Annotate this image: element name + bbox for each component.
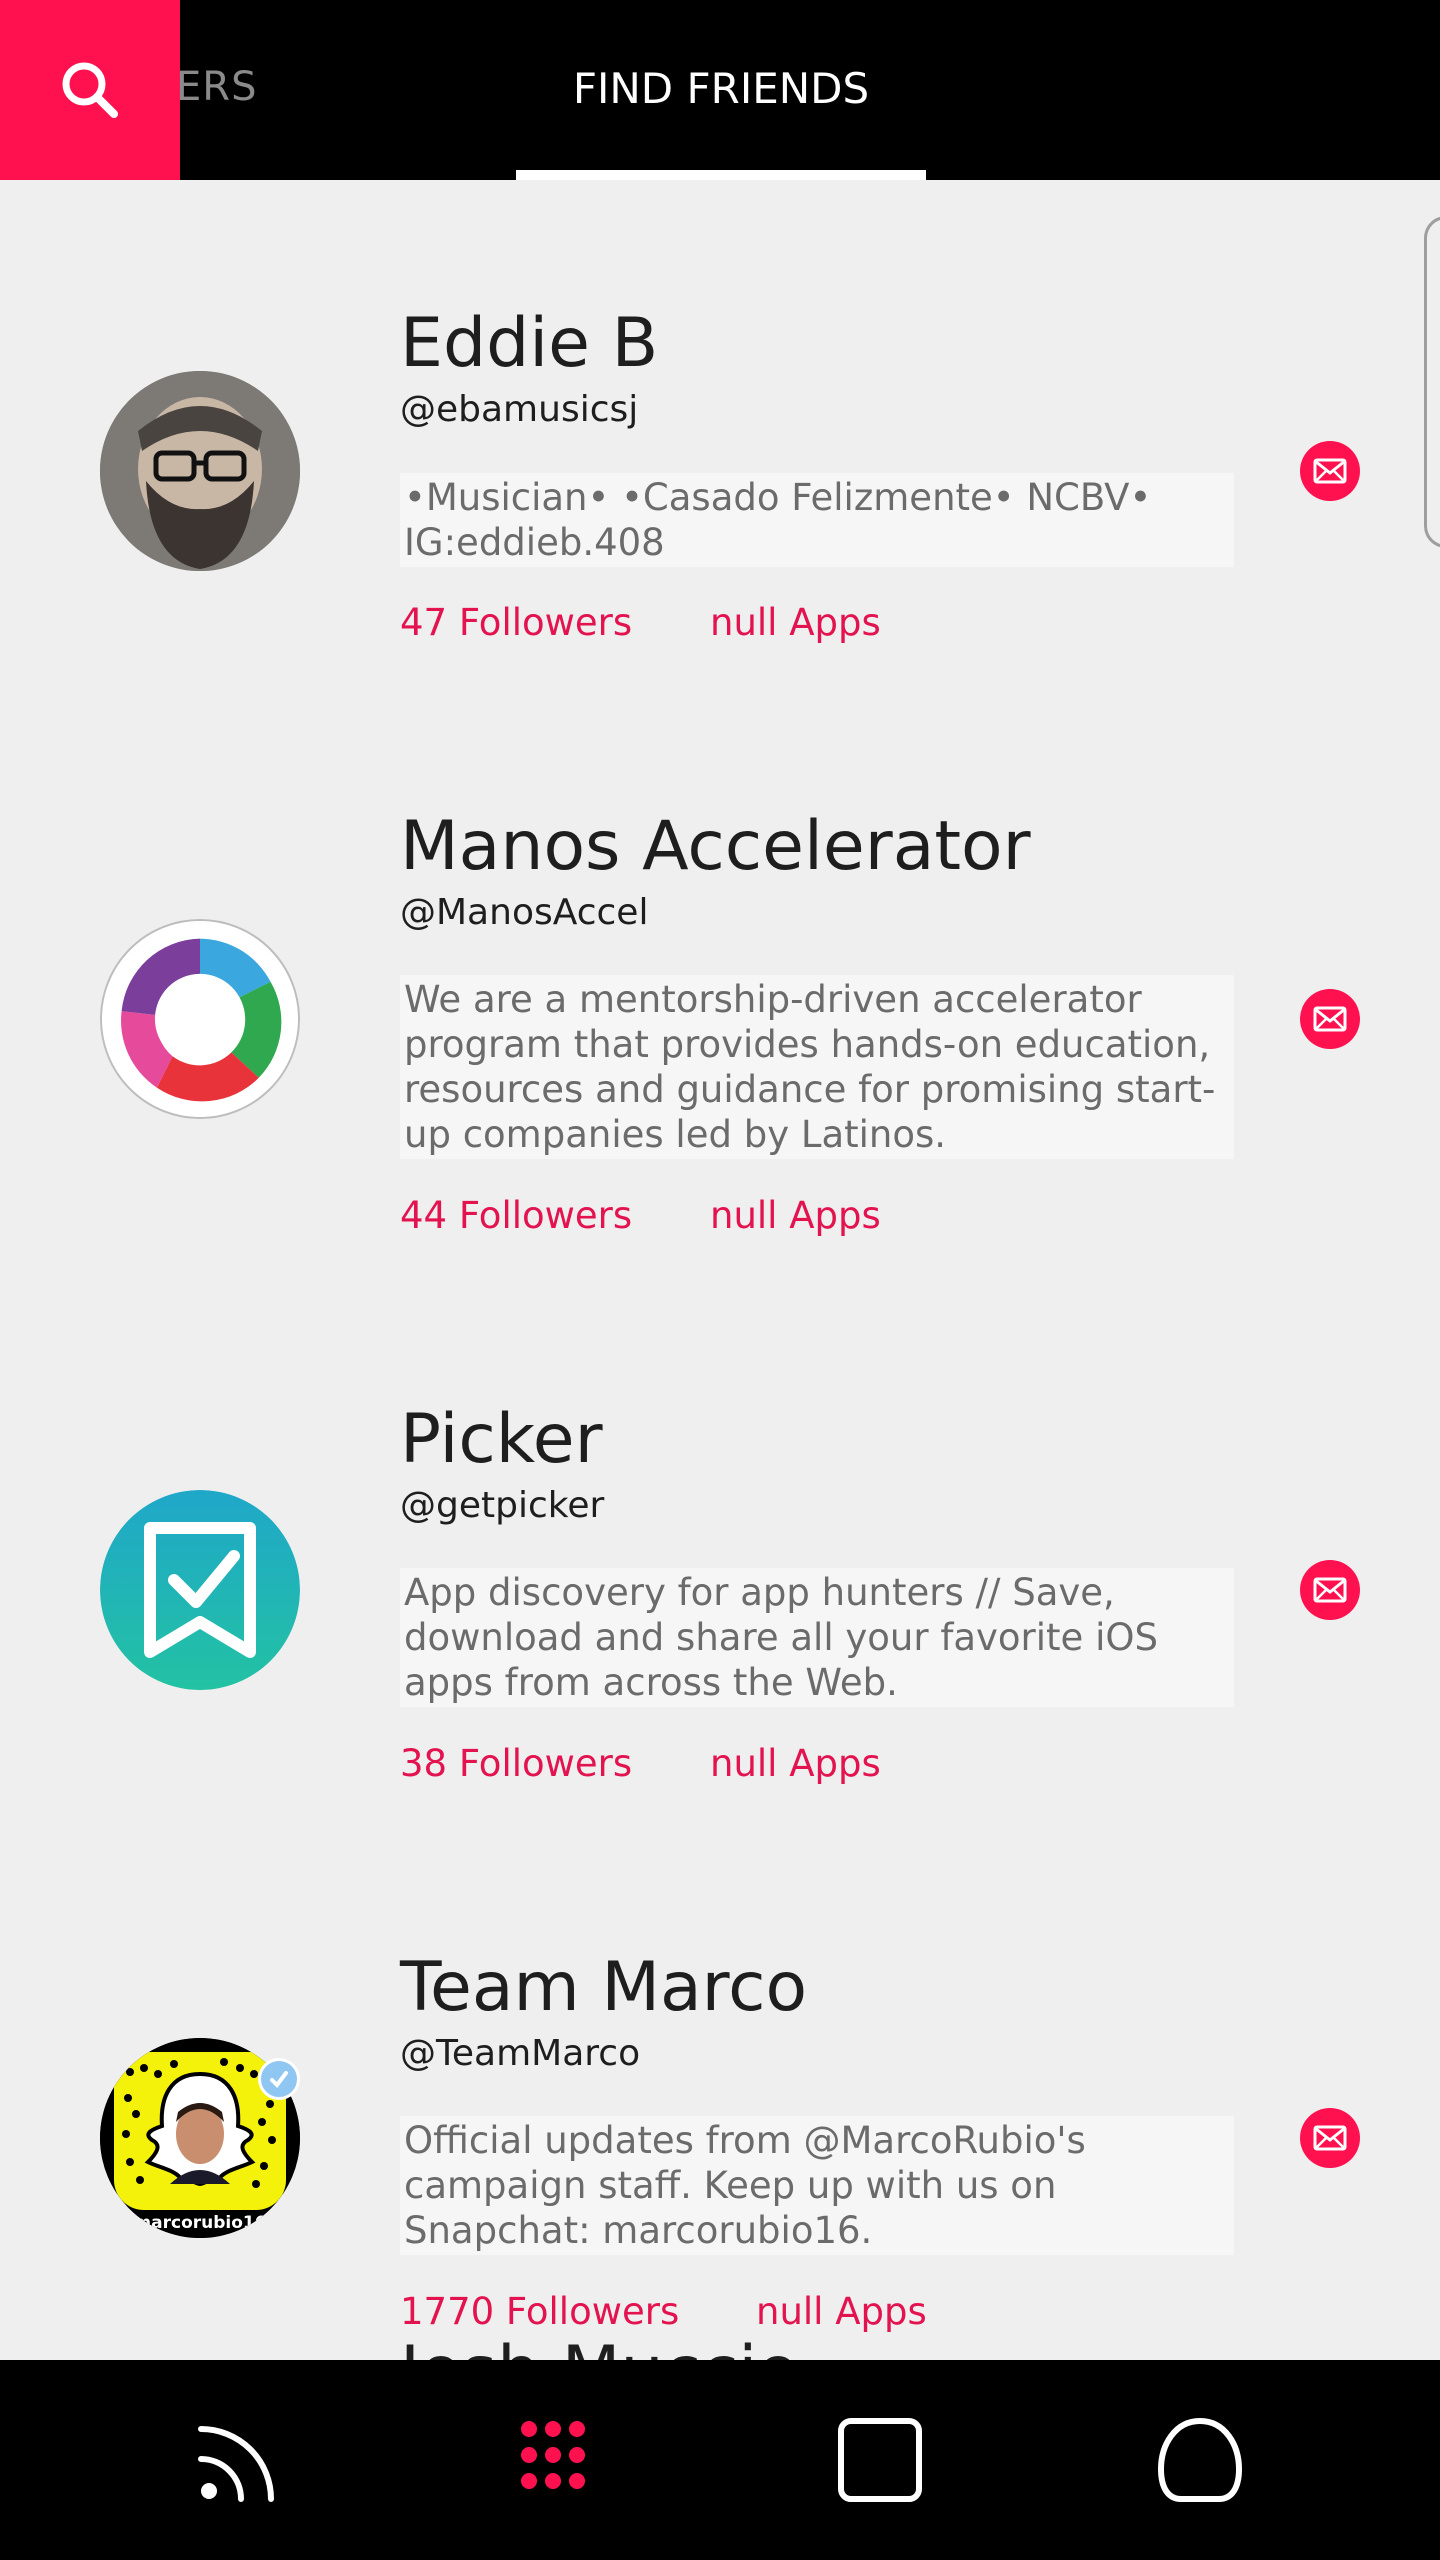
search-icon <box>62 62 118 118</box>
followers-link[interactable]: 1770 Followers <box>400 2293 679 2330</box>
heart-icon <box>1158 2418 1242 2502</box>
tab-find-friends-label: FIND FRIENDS <box>572 64 870 113</box>
bottom-nav <box>0 2360 1440 2560</box>
user-card[interactable]: marcorubio16 Team Marco @TeamMarco Offic… <box>0 180 1440 2360</box>
user-bio: Official updates from @MarcoRubio's camp… <box>400 2116 1234 2255</box>
feed-icon <box>198 2426 274 2502</box>
square-icon <box>838 2418 922 2502</box>
user-list: Eddie B @ebamusicsj •Musician• •Casado F… <box>0 180 1440 2360</box>
top-bar: ERS FIND FRIENDS <box>0 0 1440 180</box>
verified-badge <box>258 2058 300 2100</box>
apps-link[interactable]: null Apps <box>756 2293 927 2330</box>
tab-find-friends[interactable]: FIND FRIENDS <box>516 0 926 180</box>
nav-apps[interactable] <box>460 2360 660 2560</box>
mail-icon <box>1313 2125 1347 2151</box>
search-button[interactable] <box>0 0 180 180</box>
user-handle: @TeamMarco <box>400 2033 641 2074</box>
user-name[interactable]: Team Marco <box>400 1954 807 2022</box>
nav-feed[interactable] <box>140 2360 340 2560</box>
message-button[interactable] <box>1300 2108 1360 2168</box>
apps-grid-icon <box>521 2421 585 2489</box>
nav-likes[interactable] <box>1100 2360 1300 2560</box>
tab-followers[interactable]: ERS <box>176 64 257 110</box>
nav-square[interactable] <box>780 2360 980 2560</box>
check-icon <box>270 2071 288 2089</box>
tab-active-indicator <box>516 170 926 180</box>
snapcode-caption: marcorubio16 <box>133 2213 266 2233</box>
